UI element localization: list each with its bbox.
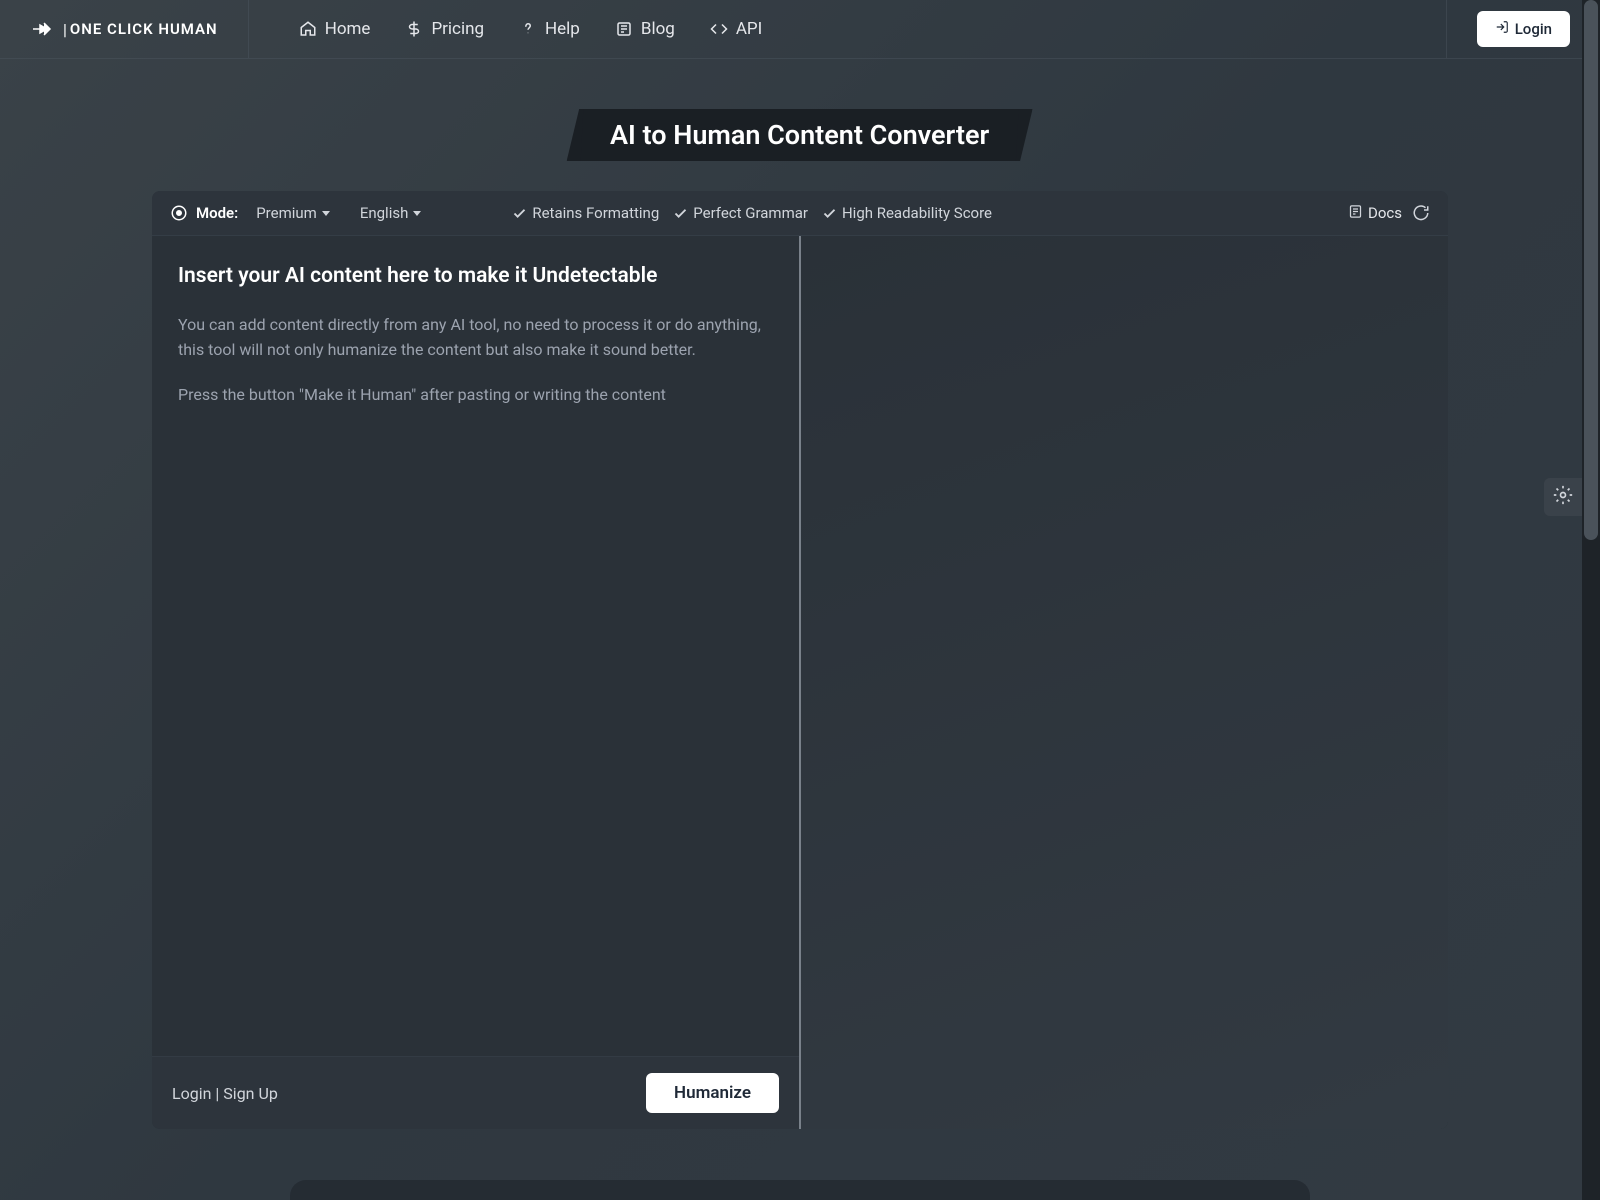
editor-input-area[interactable]: Insert your AI content here to make it U… <box>152 236 799 1056</box>
nav-pricing[interactable]: Pricing <box>405 19 484 39</box>
bottom-section-top <box>290 1180 1310 1200</box>
logo-section[interactable]: | ONE CLICK HUMAN <box>0 0 249 58</box>
toolbar-left: Mode: Premium English <box>170 201 427 225</box>
target-icon <box>170 204 188 222</box>
docs-link[interactable]: Docs <box>1348 204 1402 223</box>
humanize-button[interactable]: Humanize <box>646 1073 779 1113</box>
nav-api-label: API <box>736 19 762 39</box>
top-navbar: | ONE CLICK HUMAN Home Pricing Help <box>0 0 1600 59</box>
feature-grammar-label: Perfect Grammar <box>693 204 808 222</box>
home-icon <box>299 20 317 38</box>
mode-value: Premium <box>256 204 317 222</box>
login-button[interactable]: Login <box>1477 11 1570 47</box>
mode-label: Mode: <box>196 204 238 222</box>
caret-down-icon <box>413 211 421 216</box>
editor-body: Insert your AI content here to make it U… <box>152 236 1448 1129</box>
nav-pricing-label: Pricing <box>431 19 484 39</box>
editor-container: Mode: Premium English Retains Formatting <box>152 191 1448 1129</box>
footer-login-link[interactable]: Login <box>172 1084 211 1103</box>
editor-footer: Login | Sign Up Humanize <box>152 1056 799 1129</box>
editor-paragraph-2: Press the button "Make it Human" after p… <box>178 383 773 408</box>
login-section: Login <box>1446 0 1600 58</box>
logo-icon <box>30 17 54 41</box>
feature-readability-label: High Readability Score <box>842 204 992 222</box>
scrollbar-thumb[interactable] <box>1584 0 1598 540</box>
nav-help[interactable]: Help <box>519 19 580 39</box>
nav-links: Home Pricing Help Blog API <box>249 19 1446 39</box>
scrollbar-track[interactable] <box>1582 0 1600 1200</box>
docs-label: Docs <box>1368 204 1402 222</box>
docs-icon <box>1348 204 1363 223</box>
nav-help-label: Help <box>545 19 580 39</box>
nav-blog[interactable]: Blog <box>615 19 675 39</box>
check-icon <box>673 206 688 221</box>
logo-text: ONE CLICK HUMAN <box>70 20 218 38</box>
settings-tab[interactable] <box>1544 478 1582 516</box>
logo-divider: | <box>63 20 67 39</box>
editor-toolbar: Mode: Premium English Retains Formatting <box>152 191 1448 236</box>
dollar-icon <box>405 20 423 38</box>
nav-blog-label: Blog <box>641 19 675 39</box>
feature-formatting: Retains Formatting <box>512 204 659 222</box>
auth-links: Login | Sign Up <box>172 1084 278 1103</box>
language-value: English <box>360 204 409 222</box>
refresh-button[interactable] <box>1412 204 1430 222</box>
gear-icon <box>1553 485 1573 509</box>
login-button-label: Login <box>1515 20 1552 38</box>
caret-down-icon <box>322 211 330 216</box>
blog-icon <box>615 20 633 38</box>
page-title-wrap: AI to Human Content Converter <box>0 59 1600 191</box>
editor-output-panel <box>801 236 1448 1129</box>
check-icon <box>512 206 527 221</box>
page-title: AI to Human Content Converter <box>579 109 1021 161</box>
feature-grammar: Perfect Grammar <box>673 204 808 222</box>
nav-home[interactable]: Home <box>299 19 371 39</box>
language-dropdown[interactable]: English <box>354 201 428 225</box>
page-title-text: AI to Human Content Converter <box>610 119 989 151</box>
login-arrow-icon <box>1495 20 1509 38</box>
mode-dropdown[interactable]: Premium <box>250 201 336 225</box>
editor-heading: Insert your AI content here to make it U… <box>178 264 773 288</box>
toolbar-center: Retains Formatting Perfect Grammar High … <box>512 204 992 222</box>
editor-input-panel: Insert your AI content here to make it U… <box>152 236 801 1129</box>
toolbar-right: Docs <box>1348 204 1430 223</box>
code-icon <box>710 20 728 38</box>
nav-home-label: Home <box>325 19 371 39</box>
feature-readability: High Readability Score <box>822 204 992 222</box>
footer-signup-link[interactable]: Sign Up <box>223 1084 278 1103</box>
nav-api[interactable]: API <box>710 19 762 39</box>
help-icon <box>519 20 537 38</box>
feature-formatting-label: Retains Formatting <box>532 204 659 222</box>
editor-paragraph-1: You can add content directly from any AI… <box>178 313 773 363</box>
check-icon <box>822 206 837 221</box>
